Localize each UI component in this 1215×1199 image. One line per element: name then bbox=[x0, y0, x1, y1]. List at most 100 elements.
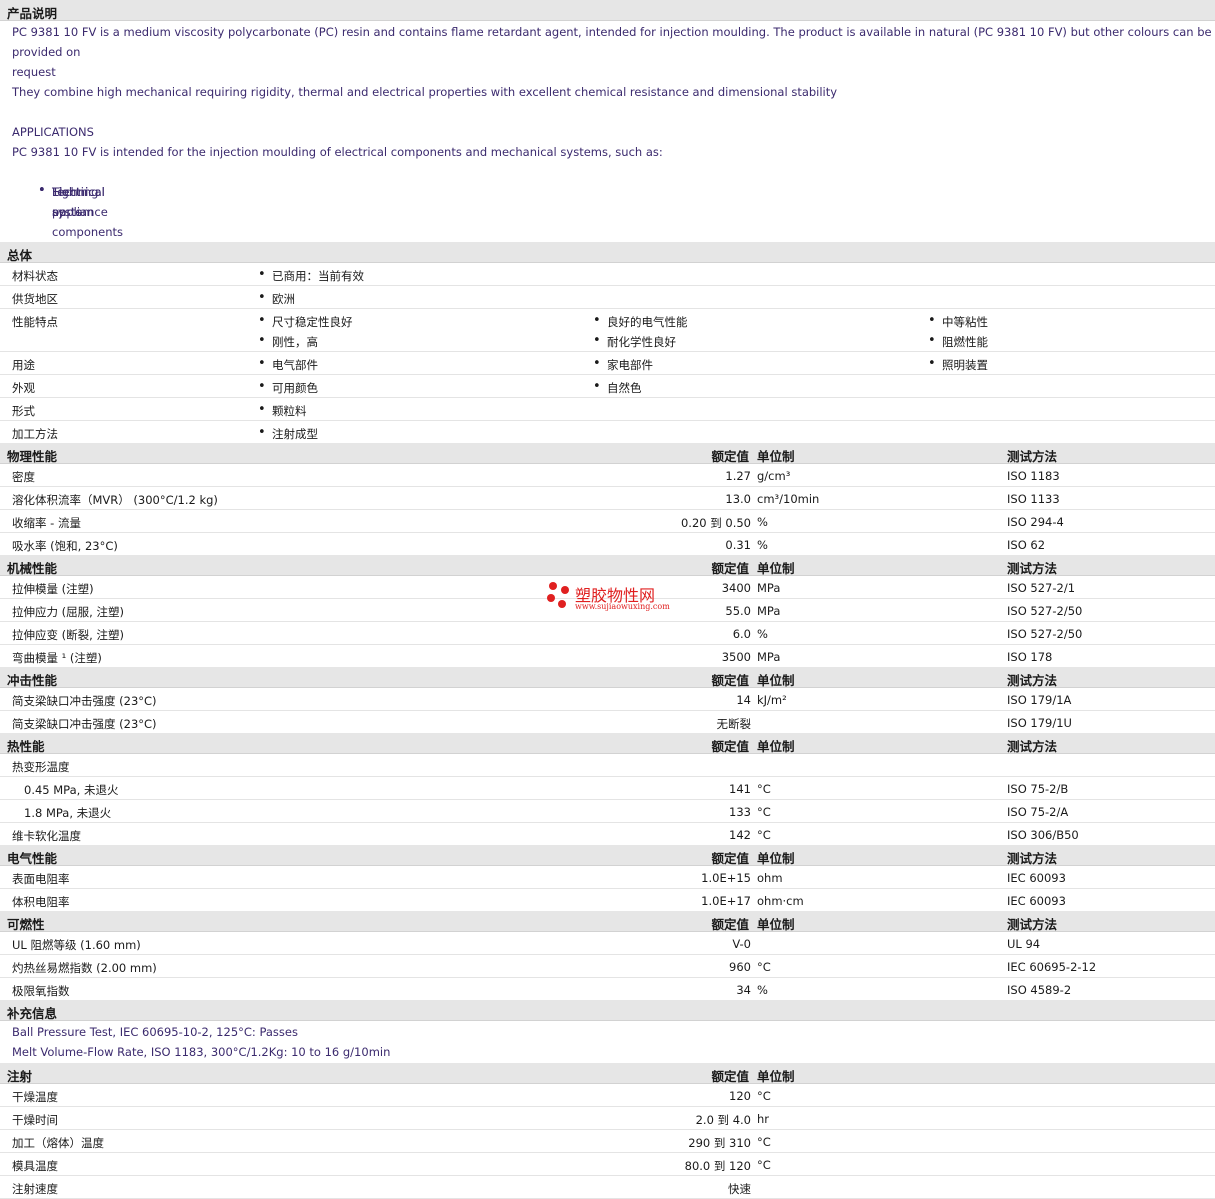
table-row: 弯曲模量 ¹ (注塑) 3500 MPa ISO 178 bbox=[0, 645, 1215, 668]
feature-item: 电气部件 bbox=[258, 356, 318, 373]
property-label: 吸水率 (饱和, 23°C) bbox=[12, 539, 118, 553]
table-row: 极限氧指数 34% ISO 4589-2 bbox=[0, 978, 1215, 1001]
property-unit: kJ/m² bbox=[757, 693, 787, 707]
general-row: 形式 颗粒料 bbox=[0, 398, 1215, 421]
row-label: 外观 bbox=[12, 381, 35, 395]
supplement-line: Ball Pressure Test, IEC 60695-10-2, 125°… bbox=[12, 1025, 298, 1039]
row-label: 用途 bbox=[12, 358, 35, 372]
table-row: 吸水率 (饱和, 23°C) 0.31% ISO 62 bbox=[0, 533, 1215, 556]
list-item: Technical parts bbox=[38, 181, 105, 222]
property-unit: g/cm³ bbox=[757, 469, 791, 483]
property-label: 弯曲模量 ¹ (注塑) bbox=[12, 651, 102, 665]
row-label: 材料状态 bbox=[12, 269, 58, 283]
property-label: 体积电阻率 bbox=[12, 895, 70, 909]
section-header-general: 总体 bbox=[0, 242, 1215, 263]
feature-item: 已商用：当前有效 bbox=[258, 267, 364, 284]
property-label: 极限氧指数 bbox=[12, 984, 70, 998]
property-label: 简支梁缺口冲击强度 (23°C) bbox=[12, 694, 157, 708]
property-label: UL 阻燃等级 (1.60 mm) bbox=[12, 938, 141, 952]
test-method: ISO 1133 bbox=[1007, 492, 1060, 506]
property-unit: cm³/10min bbox=[757, 492, 820, 506]
property-label: 收缩率 - 流量 bbox=[12, 516, 81, 530]
feature-item: 中等粘性 bbox=[928, 313, 988, 330]
table-row: 热变形温度 bbox=[0, 754, 1215, 777]
general-row: 性能特点 尺寸稳定性良好 良好的电气性能 中等粘性刚性，高 耐化学性良好 阻燃性能 bbox=[0, 309, 1215, 352]
test-method: ISO 179/1A bbox=[1007, 693, 1072, 707]
section-header-physical: 物理性能 额定值 单位制 测试方法 bbox=[0, 443, 1215, 464]
property-unit: °C bbox=[757, 1158, 771, 1172]
property-unit: °C bbox=[757, 1089, 771, 1103]
col-header-method: 测试方法 bbox=[1007, 673, 1058, 688]
section-header-electrical: 电气性能 额定值 单位制 测试方法 bbox=[0, 845, 1215, 866]
property-value: 960 bbox=[729, 960, 751, 974]
table-row: 加工（熔体）温度 290 到 310 °C bbox=[0, 1130, 1215, 1153]
property-value: 290 到 310 bbox=[688, 1136, 751, 1150]
general-row: 材料状态 已商用：当前有效 bbox=[0, 263, 1215, 286]
watermark-dots-icon bbox=[547, 582, 569, 608]
property-unit: °C bbox=[757, 960, 771, 974]
property-label: 热变形温度 bbox=[12, 760, 70, 774]
watermark-url: www.sujiaowuxing.com bbox=[575, 602, 670, 611]
section-header-mechanical: 机械性能 额定值 单位制 测试方法 bbox=[0, 555, 1215, 576]
property-unit: °C bbox=[757, 782, 771, 796]
property-value: 133 bbox=[729, 805, 751, 819]
test-method: ISO 75-2/B bbox=[1007, 782, 1069, 796]
feature-item: 自然色 bbox=[593, 379, 642, 396]
property-value: 1.0E+17 bbox=[701, 894, 751, 908]
table-row: 简支梁缺口冲击强度 (23°C) 14 kJ/m² ISO 179/1A bbox=[0, 688, 1215, 711]
table-row: 0.45 MPa, 未退火 141 °C ISO 75-2/B bbox=[0, 777, 1215, 800]
property-label: 溶化体积流率（MVR） (300°C/1.2 kg) bbox=[12, 493, 218, 507]
test-method: IEC 60093 bbox=[1007, 871, 1066, 885]
col-header-value: 额定值 bbox=[711, 673, 749, 688]
property-label: 拉伸模量 (注塑) bbox=[12, 582, 94, 596]
table-row: 干燥温度 120 °C bbox=[0, 1084, 1215, 1107]
supplement-line: Melt Volume-Flow Rate, ISO 1183, 300°C/1… bbox=[12, 1045, 391, 1059]
table-row: 模具温度 80.0 到 120 °C bbox=[0, 1153, 1215, 1176]
section-title: 冲击性能 bbox=[7, 673, 58, 688]
property-unit: ohm bbox=[757, 871, 783, 885]
table-row: 注射速度 快速 bbox=[0, 1176, 1215, 1199]
property-value: 34 bbox=[736, 983, 751, 997]
feature-item: 耐化学性良好 bbox=[593, 333, 676, 350]
col-header-method: 测试方法 bbox=[1007, 449, 1058, 464]
test-method: ISO 527-2/50 bbox=[1007, 604, 1083, 618]
section-header-impact: 冲击性能 额定值 单位制 测试方法 bbox=[0, 667, 1215, 688]
property-unit: % bbox=[757, 515, 768, 529]
property-label: 干燥时间 bbox=[12, 1113, 58, 1127]
property-value: 142 bbox=[729, 828, 751, 842]
col-header-unit: 单位制 bbox=[757, 561, 795, 576]
property-label: 加工（熔体）温度 bbox=[12, 1136, 104, 1150]
test-method: IEC 60093 bbox=[1007, 894, 1066, 908]
feature-item: 家电部件 bbox=[593, 356, 653, 373]
property-unit: MPa bbox=[757, 581, 781, 595]
col-header-method: 测试方法 bbox=[1007, 739, 1058, 754]
property-value: 14 bbox=[736, 693, 751, 707]
feature-item: 尺寸稳定性良好 bbox=[258, 313, 353, 330]
section-title: 可燃性 bbox=[7, 917, 45, 932]
property-label: 维卡软化温度 bbox=[12, 829, 81, 843]
col-header-unit: 单位制 bbox=[757, 673, 795, 688]
property-label: 干燥温度 bbox=[12, 1090, 58, 1104]
applications-heading: APPLICATIONS bbox=[12, 125, 94, 139]
general-row: 加工方法 注射成型 bbox=[0, 421, 1215, 444]
section-title: 注射 bbox=[7, 1069, 33, 1084]
property-unit: % bbox=[757, 627, 768, 641]
feature-item: 欧洲 bbox=[258, 290, 295, 307]
col-header-method: 测试方法 bbox=[1007, 917, 1058, 932]
desc-line: PC 9381 10 FV is a medium viscosity poly… bbox=[12, 25, 1212, 59]
col-header-unit: 单位制 bbox=[757, 917, 795, 932]
test-method: ISO 306/B50 bbox=[1007, 828, 1079, 842]
test-method: ISO 4589-2 bbox=[1007, 983, 1072, 997]
property-value: 1.0E+15 bbox=[701, 871, 751, 885]
property-value: 0.31 bbox=[725, 538, 751, 552]
col-header-value: 额定值 bbox=[711, 561, 749, 576]
property-value: 0.20 到 0.50 bbox=[680, 516, 751, 530]
feature-item: 刚性，高 bbox=[258, 333, 318, 350]
table-row: 拉伸应变 (断裂, 注塑) 6.0% ISO 527-2/50 bbox=[0, 622, 1215, 645]
section-title: 电气性能 bbox=[7, 851, 58, 866]
feature-item: 可用颜色 bbox=[258, 379, 318, 396]
property-value: 141 bbox=[729, 782, 751, 796]
test-method: ISO 527-2/1 bbox=[1007, 581, 1076, 595]
description-paragraph: They combine high mechanical requiring r… bbox=[12, 85, 838, 99]
row-label: 性能特点 bbox=[12, 315, 58, 329]
